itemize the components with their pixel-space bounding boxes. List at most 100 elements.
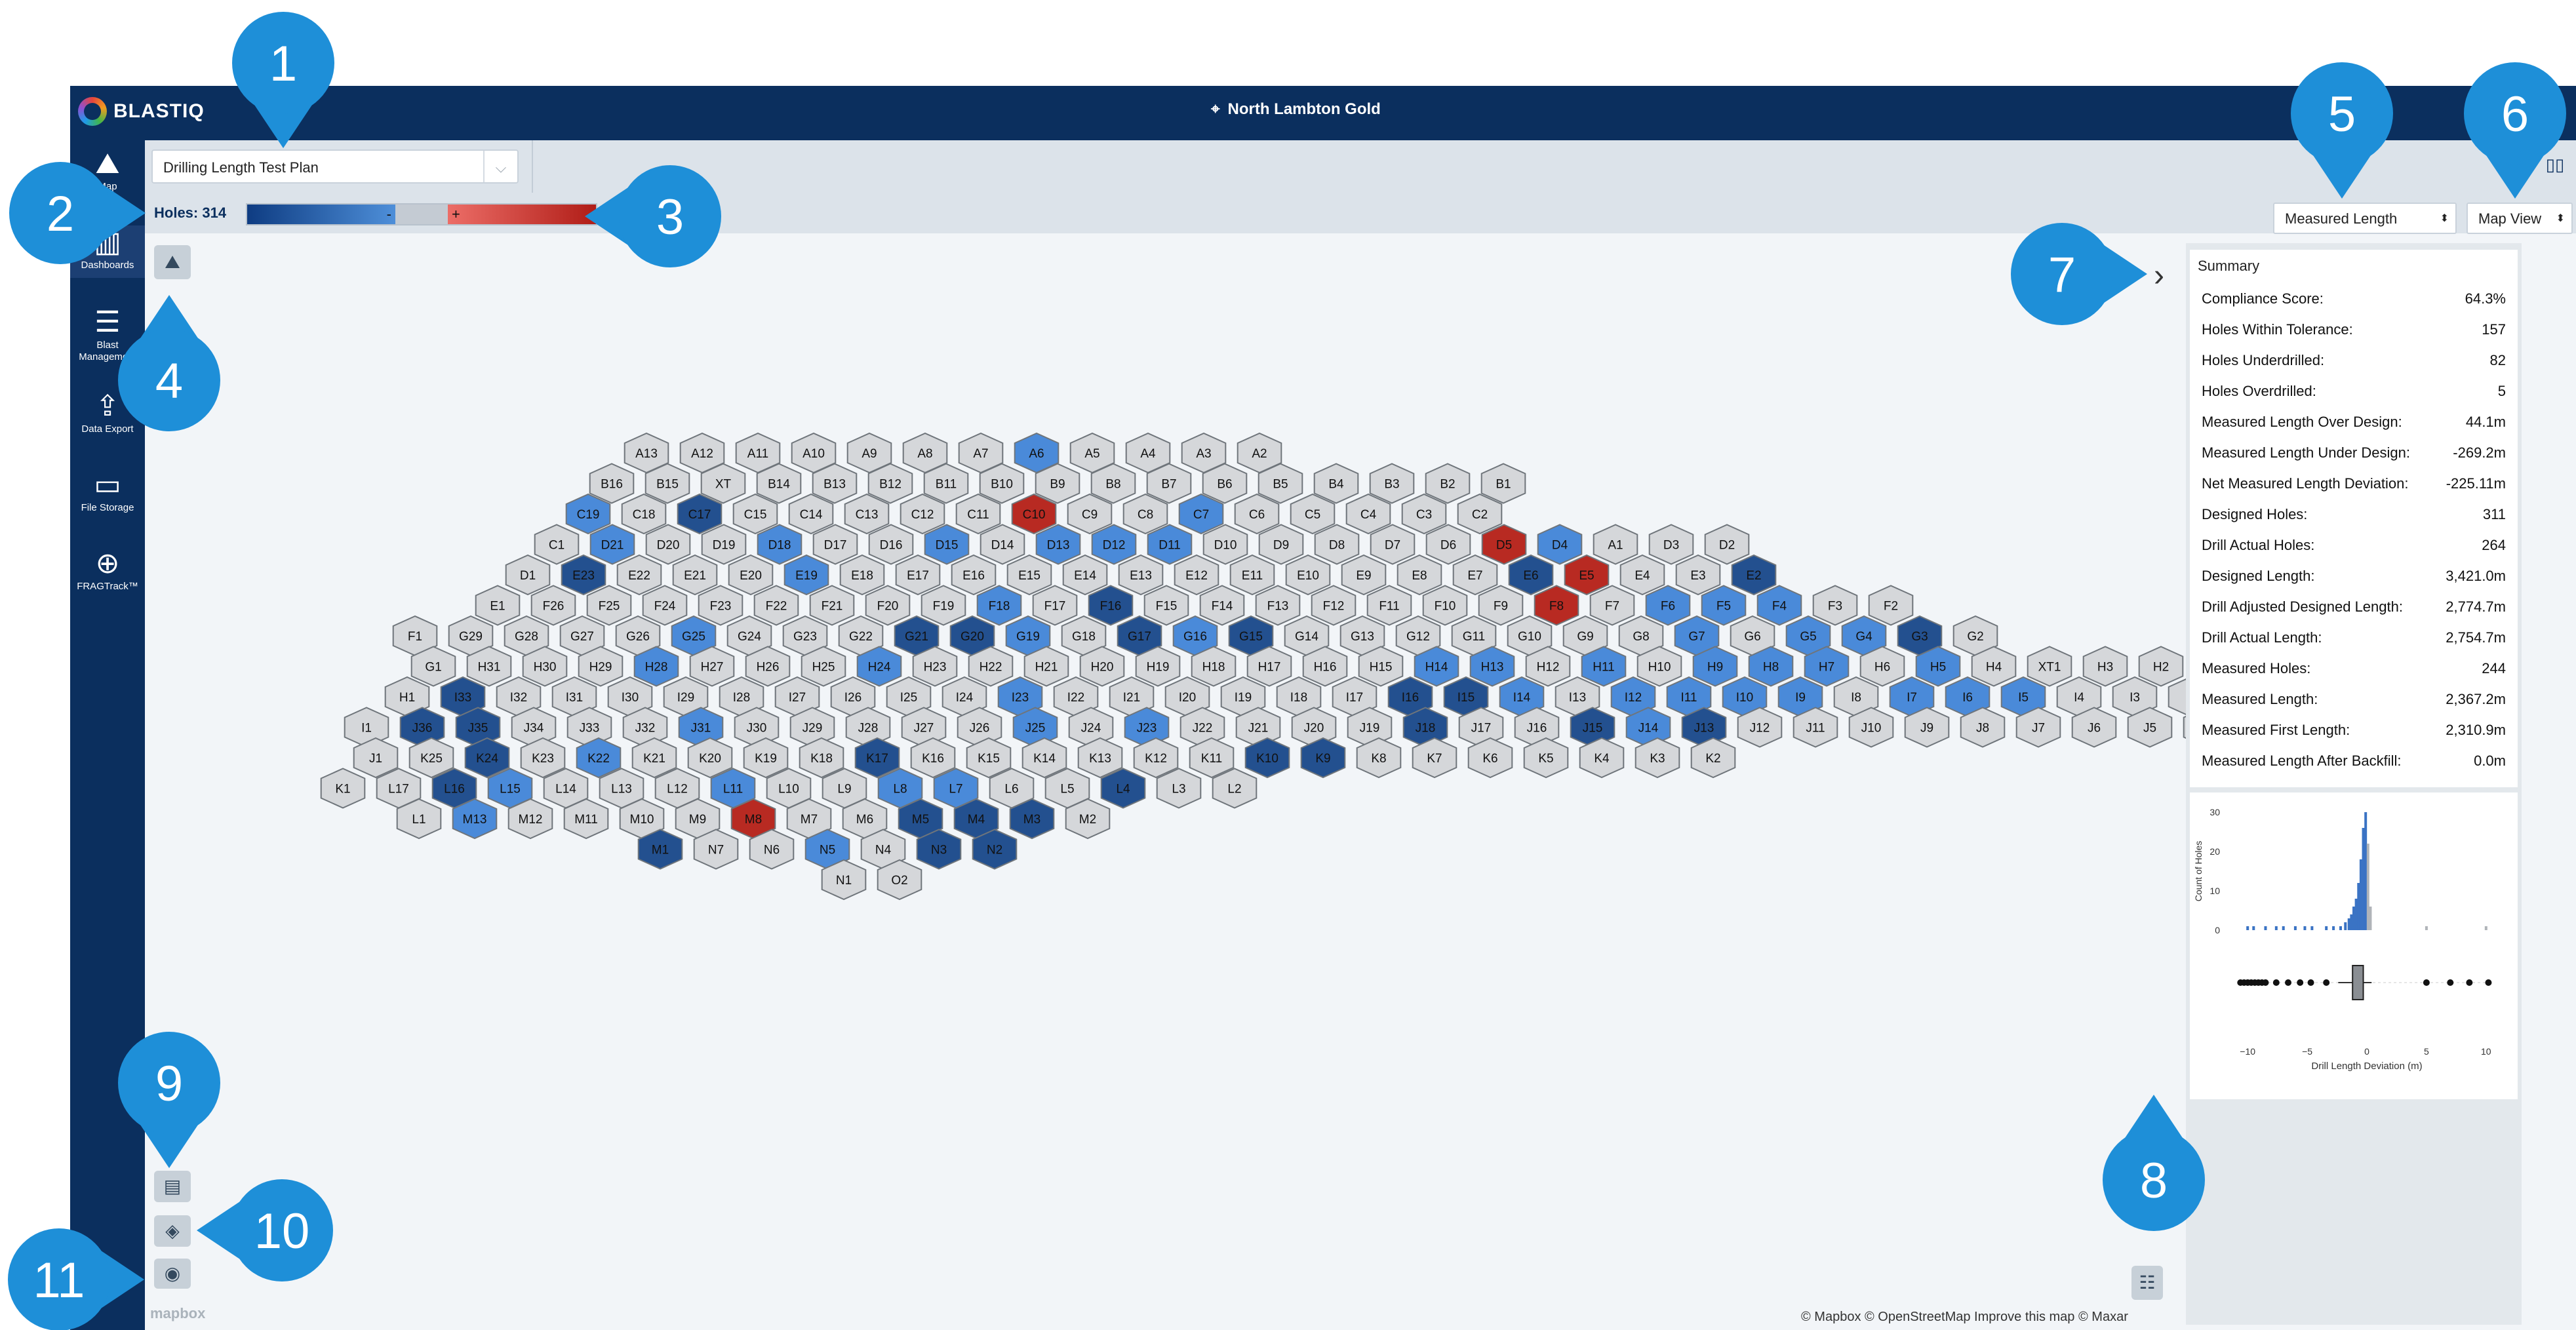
blast-hole[interactable]: F25 bbox=[586, 585, 632, 626]
blast-hole[interactable]: C7 bbox=[1178, 493, 1224, 535]
blast-hole[interactable]: D8 bbox=[1314, 524, 1360, 565]
mapbox-logo[interactable]: mapbox bbox=[150, 1305, 205, 1322]
help-icon[interactable]: ⓘ bbox=[2480, 99, 2499, 128]
collapse-panel-chevron-icon[interactable]: › bbox=[2154, 258, 2164, 294]
blast-hole[interactable]: E2 bbox=[1731, 554, 1777, 596]
blast-hole[interactable]: F7 bbox=[1589, 585, 1635, 626]
blast-hole[interactable]: F17 bbox=[1032, 585, 1078, 626]
plan-select[interactable]: Drilling Length Test Plan ⌵ bbox=[151, 149, 519, 184]
blast-hole[interactable]: F11 bbox=[1366, 585, 1412, 626]
blast-hole[interactable]: F22 bbox=[753, 585, 799, 626]
blast-hole[interactable]: C12 bbox=[900, 493, 945, 535]
blast-hole[interactable]: D6 bbox=[1425, 524, 1471, 565]
blast-hole[interactable]: F20 bbox=[865, 585, 911, 626]
blast-hole[interactable]: D17 bbox=[812, 524, 858, 565]
blast-hole[interactable]: C17 bbox=[677, 493, 723, 535]
blast-hole[interactable]: D11 bbox=[1147, 524, 1193, 565]
blastiq-logo[interactable]: BLASTIQ bbox=[78, 97, 205, 126]
blast-hole[interactable]: F18 bbox=[976, 585, 1022, 626]
blast-hole[interactable]: F3 bbox=[1812, 585, 1858, 626]
blast-hole[interactable]: F19 bbox=[921, 585, 966, 626]
blast-hole[interactable]: D16 bbox=[868, 524, 914, 565]
blast-hole[interactable]: E13 bbox=[1118, 554, 1164, 596]
blast-hole[interactable]: F24 bbox=[642, 585, 688, 626]
blast-hole[interactable]: D10 bbox=[1202, 524, 1248, 565]
sidebar-item-map[interactable]: ⛰ Map bbox=[70, 147, 145, 199]
blast-hole[interactable]: D7 bbox=[1370, 524, 1416, 565]
map-attribution[interactable]: © Mapbox © OpenStreetMap Improve this ma… bbox=[1801, 1310, 2128, 1325]
blast-hole[interactable]: E18 bbox=[839, 554, 885, 596]
blast-hole[interactable]: E17 bbox=[895, 554, 941, 596]
blast-hole[interactable]: F8 bbox=[1534, 585, 1579, 626]
blast-hole[interactable]: E23 bbox=[561, 554, 606, 596]
book-icon[interactable]: ▯▯ bbox=[2542, 155, 2568, 178]
sidebar-item-dashboards[interactable]: ▥ Dashboards bbox=[70, 225, 145, 278]
blast-hole[interactable]: D9 bbox=[1258, 524, 1304, 565]
blast-hole[interactable]: F16 bbox=[1088, 585, 1134, 626]
blast-hole[interactable]: C14 bbox=[788, 493, 834, 535]
view-select[interactable]: Map View ⬍ bbox=[2467, 203, 2573, 234]
blast-hole[interactable]: B2 bbox=[1425, 463, 1471, 504]
blast-hole[interactable]: E21 bbox=[672, 554, 718, 596]
blast-hole[interactable]: C5 bbox=[1290, 493, 1336, 535]
blast-hole[interactable]: C19 bbox=[565, 493, 611, 535]
blast-hole[interactable]: E8 bbox=[1397, 554, 1442, 596]
blast-hole[interactable]: E4 bbox=[1619, 554, 1665, 596]
blast-hole[interactable]: E1 bbox=[475, 585, 521, 626]
blast-hole[interactable]: K1 bbox=[320, 768, 366, 809]
blast-hole[interactable]: C1 bbox=[534, 524, 580, 565]
sidebar-item-fragtrack[interactable]: ⊕ FRAGTrack™ bbox=[70, 547, 145, 599]
sidebar-item-file-storage[interactable]: ▭ File Storage bbox=[70, 468, 145, 520]
blast-hole[interactable]: D15 bbox=[924, 524, 970, 565]
blast-hole[interactable]: D2 bbox=[1704, 524, 1750, 565]
chevron-down-icon[interactable]: ⌵ bbox=[483, 151, 517, 182]
sidebar-item-blast-management[interactable]: ☰ Blast Management bbox=[70, 305, 145, 368]
blast-hole[interactable]: F10 bbox=[1422, 585, 1468, 626]
blast-hole[interactable]: D19 bbox=[701, 524, 747, 565]
blast-hole[interactable]: C18 bbox=[621, 493, 667, 535]
blast-hole[interactable]: C13 bbox=[844, 493, 890, 535]
blast-hole[interactable]: D5 bbox=[1481, 524, 1527, 565]
blast-hole[interactable]: D20 bbox=[645, 524, 691, 565]
blast-hole[interactable]: E3 bbox=[1675, 554, 1721, 596]
blast-hole[interactable]: E12 bbox=[1174, 554, 1219, 596]
blast-hole[interactable]: F5 bbox=[1701, 585, 1747, 626]
blast-hole-map[interactable]: A13 A12 A11 A10 A9 A8 A7 A6 A5 A4 A3 A2B16 B15 XT B14 B… bbox=[145, 233, 2340, 1330]
blast-hole[interactable]: D4 bbox=[1537, 524, 1583, 565]
layers-button[interactable]: ◈ bbox=[154, 1215, 191, 1247]
blast-hole[interactable]: E11 bbox=[1229, 554, 1275, 596]
blast-hole[interactable]: E16 bbox=[951, 554, 997, 596]
user-icon[interactable]: ☺ bbox=[2516, 99, 2537, 128]
sidebar-item-data-export[interactable]: ⇪ Data Export bbox=[70, 389, 145, 442]
blast-hole[interactable]: F21 bbox=[809, 585, 855, 626]
blast-hole[interactable]: F2 bbox=[1868, 585, 1914, 626]
blast-hole[interactable]: C6 bbox=[1234, 493, 1280, 535]
blast-hole[interactable]: F12 bbox=[1311, 585, 1357, 626]
blast-hole[interactable]: C2 bbox=[1457, 493, 1503, 535]
blast-hole[interactable]: C15 bbox=[732, 493, 778, 535]
blast-hole[interactable]: H2 bbox=[2138, 646, 2184, 687]
blast-hole[interactable]: E20 bbox=[728, 554, 774, 596]
blast-hole[interactable]: C3 bbox=[1401, 493, 1447, 535]
blast-hole[interactable]: E9 bbox=[1341, 554, 1387, 596]
blast-hole[interactable]: B3 bbox=[1369, 463, 1415, 504]
blast-hole[interactable]: D14 bbox=[980, 524, 1025, 565]
site-name[interactable]: ⌖ North Lambton Gold bbox=[1211, 100, 1381, 119]
ruler-button[interactable]: ▤ bbox=[154, 1171, 191, 1202]
visibility-button[interactable]: ◉ bbox=[154, 1259, 191, 1289]
blast-hole[interactable]: C10 bbox=[1011, 493, 1057, 535]
blast-hole[interactable]: D12 bbox=[1091, 524, 1137, 565]
map-area[interactable]: A13 A12 A11 A10 A9 A8 A7 A6 A5 A4 A3 A2 B16 B15 XT B14 B… bbox=[145, 233, 2340, 1330]
blast-hole[interactable]: E6 bbox=[1508, 554, 1554, 596]
blast-hole[interactable]: B16 bbox=[589, 463, 635, 504]
blast-hole[interactable]: B4 bbox=[1313, 463, 1359, 504]
blast-hole[interactable]: E7 bbox=[1452, 554, 1498, 596]
blast-hole[interactable]: F26 bbox=[530, 585, 576, 626]
blast-hole[interactable]: D18 bbox=[757, 524, 803, 565]
map-style-button[interactable]: ⛰ bbox=[154, 245, 191, 279]
blast-hole[interactable]: F9 bbox=[1478, 585, 1524, 626]
blast-hole[interactable]: D21 bbox=[589, 524, 635, 565]
blast-hole[interactable]: F4 bbox=[1756, 585, 1802, 626]
blast-hole[interactable]: E19 bbox=[783, 554, 829, 596]
blast-hole[interactable]: E22 bbox=[616, 554, 662, 596]
